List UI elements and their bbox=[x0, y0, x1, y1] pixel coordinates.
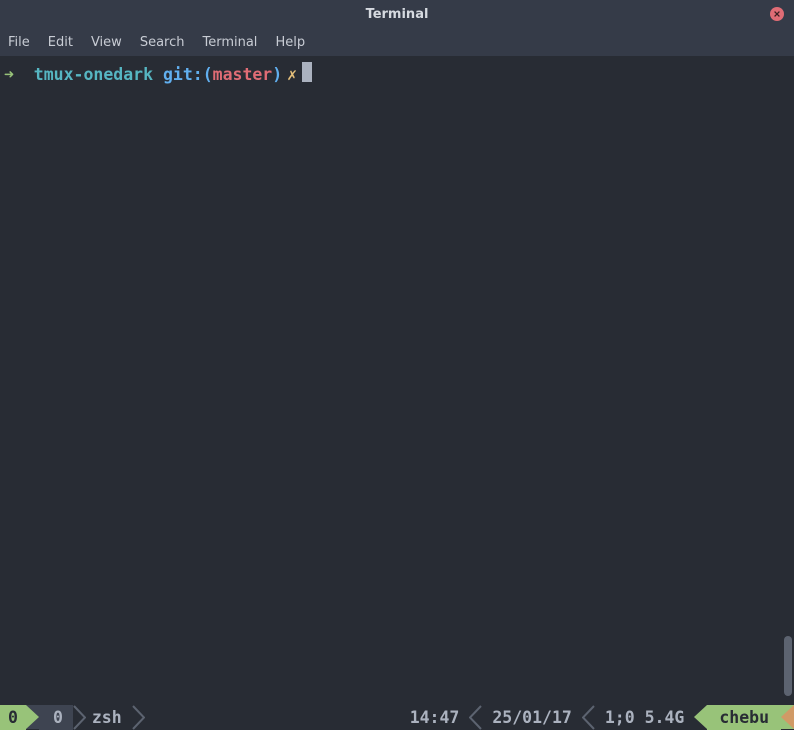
tmux-window-name: zsh bbox=[92, 705, 122, 730]
tmux-window-index-segment[interactable]: 0 bbox=[39, 705, 73, 730]
terminal-window: Terminal File Edit View Search Terminal … bbox=[0, 0, 794, 730]
tmux-time-segment: 14:47 bbox=[400, 705, 470, 730]
prompt-git-branch: master bbox=[213, 64, 273, 86]
tmux-window-name-segment[interactable]: zsh bbox=[86, 705, 132, 730]
prompt-line: ➜ tmux-onedark git: ( master ) ✗ bbox=[4, 60, 788, 86]
prompt-cwd: tmux-onedark bbox=[34, 64, 153, 86]
tmux-session-segment[interactable]: 0 bbox=[0, 705, 26, 730]
tmux-statusbar: 0 0 zsh 14:47 25/0 bbox=[0, 705, 794, 730]
powerline-arrow-left-thin-icon bbox=[582, 705, 595, 730]
tmux-time: 14:47 bbox=[410, 705, 460, 730]
scrollbar-thumb[interactable] bbox=[784, 636, 792, 696]
menu-edit[interactable]: Edit bbox=[48, 35, 73, 50]
powerline-arrow-right-thin-icon bbox=[73, 705, 86, 730]
menu-terminal[interactable]: Terminal bbox=[202, 35, 257, 50]
prompt-dirty-icon: ✗ bbox=[287, 64, 297, 86]
scrollbar-track[interactable] bbox=[782, 56, 794, 705]
tmux-status-right: 14:47 25/01/17 1;0 5.4G chebu bbox=[400, 705, 794, 730]
menu-search[interactable]: Search bbox=[140, 35, 185, 50]
prompt-paren-close: ) bbox=[272, 64, 282, 86]
prompt-paren-open: ( bbox=[203, 64, 213, 86]
tmux-date-segment: 25/01/17 bbox=[482, 705, 581, 730]
powerline-arrow-left-thin-icon bbox=[469, 705, 482, 730]
text-cursor bbox=[302, 62, 312, 82]
powerline-arrow-left-icon bbox=[781, 705, 794, 729]
powerline-arrow-right-icon bbox=[26, 705, 39, 729]
tmux-date: 25/01/17 bbox=[492, 705, 571, 730]
tmux-status-left: 0 0 zsh bbox=[0, 705, 145, 730]
prompt-git-label: git: bbox=[163, 64, 203, 86]
tmux-host: chebu bbox=[719, 705, 769, 730]
tmux-load-segment: 1;0 5.4G bbox=[595, 705, 694, 730]
window-title: Terminal bbox=[366, 7, 429, 22]
tmux-host-segment: chebu bbox=[707, 705, 781, 730]
menu-help[interactable]: Help bbox=[275, 35, 305, 50]
titlebar[interactable]: Terminal bbox=[0, 0, 794, 28]
window-close-button[interactable] bbox=[770, 7, 784, 21]
menu-file[interactable]: File bbox=[8, 35, 30, 50]
prompt-arrow-icon: ➜ bbox=[4, 64, 14, 86]
tmux-load: 1;0 5.4G bbox=[605, 705, 684, 730]
menubar: File Edit View Search Terminal Help bbox=[0, 28, 794, 56]
tmux-session-index: 0 bbox=[8, 705, 18, 730]
close-icon bbox=[773, 10, 781, 18]
terminal-viewport[interactable]: ➜ tmux-onedark git: ( master ) ✗ bbox=[0, 56, 794, 730]
powerline-arrow-left-icon bbox=[694, 705, 707, 729]
menu-view[interactable]: View bbox=[91, 35, 122, 50]
powerline-arrow-right-thin-icon bbox=[132, 705, 145, 730]
tmux-window-index: 0 bbox=[53, 705, 63, 730]
